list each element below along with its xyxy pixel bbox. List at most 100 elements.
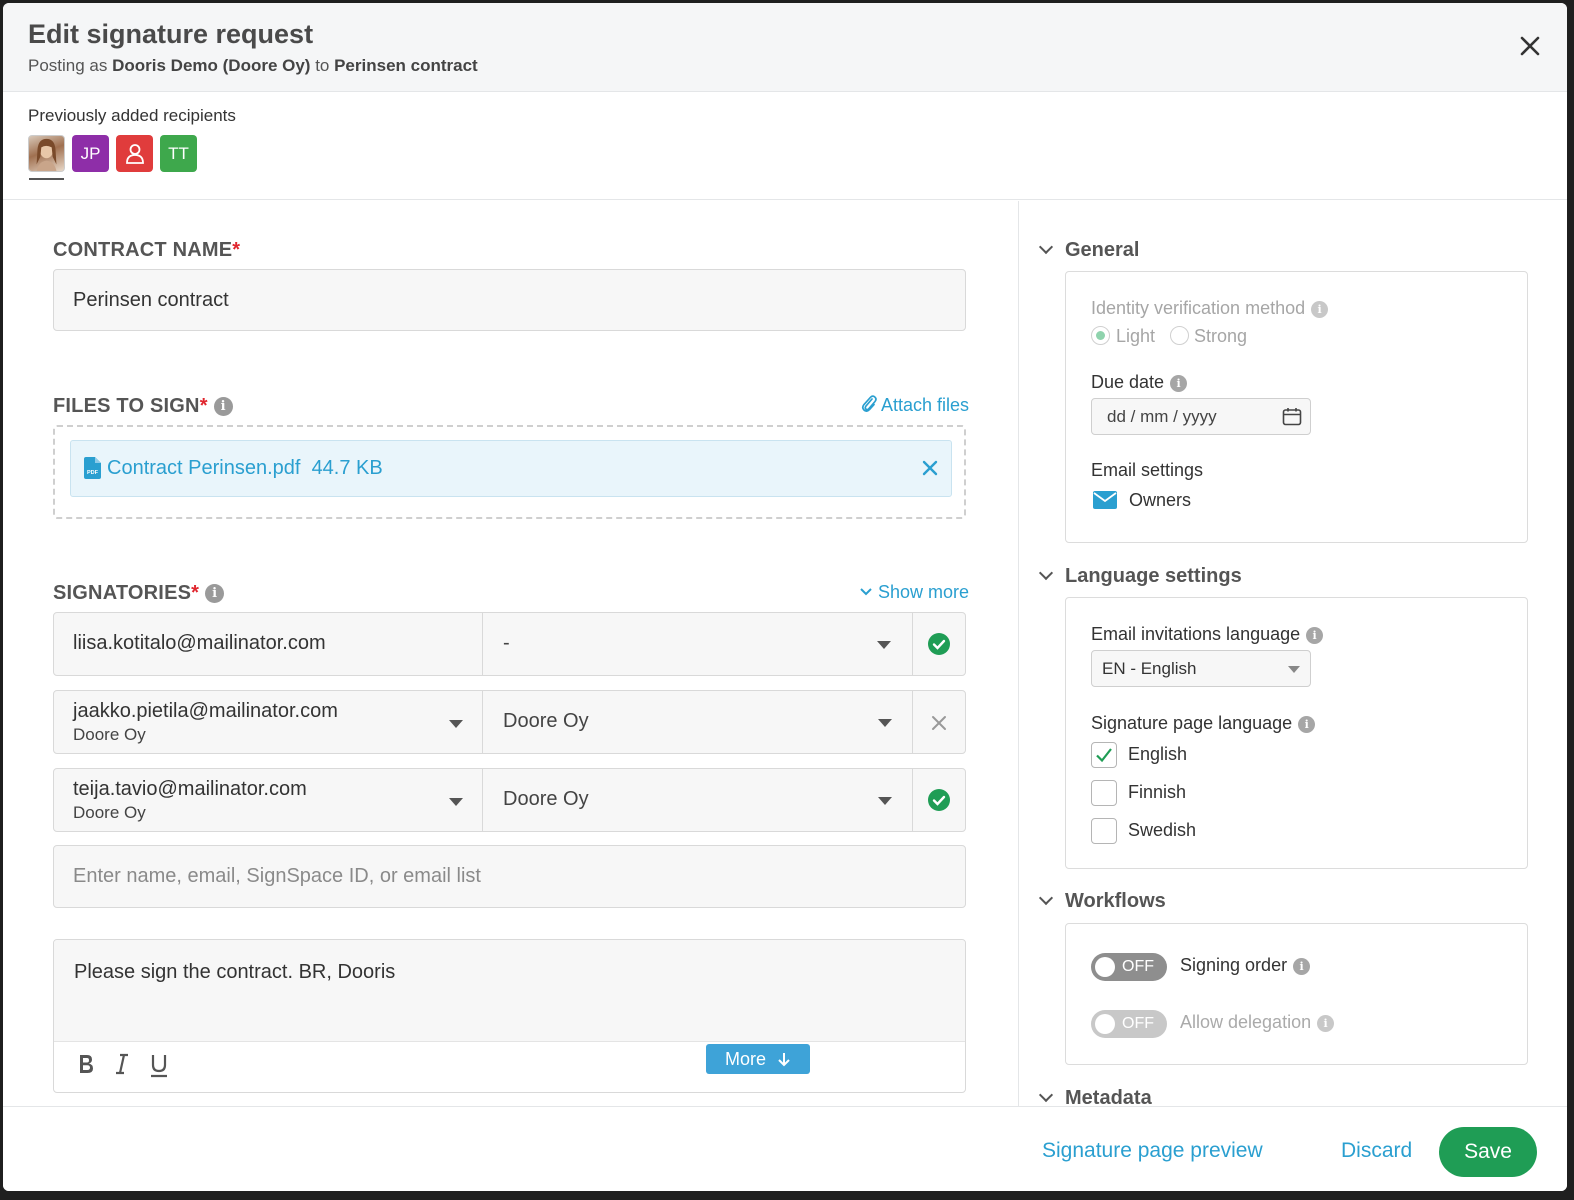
attach-files-link[interactable]: Attach files [861, 394, 969, 416]
save-button[interactable]: Save [1439, 1127, 1537, 1177]
file-name[interactable]: Contract Perinsen.pdf 44.7 KB [107, 457, 383, 480]
contract-name-label: CONTRACT NAME* [53, 239, 241, 261]
radio-strong[interactable] [1170, 326, 1189, 345]
file-item[interactable]: PDF Contract Perinsen.pdf 44.7 KB [70, 440, 952, 497]
chevron-down-icon [1038, 890, 1054, 906]
signatories-label: SIGNATORIES* i [53, 582, 225, 605]
checkbox-swedish[interactable] [1091, 818, 1117, 844]
bold-icon[interactable] [76, 1052, 96, 1076]
message-editor: Please sign the contract. BR, Dooris Mor… [53, 939, 966, 1093]
general-panel: Identity verification method i Light Stro… [1065, 271, 1528, 543]
signatory-row: teija.tavio@mailinator.com Doore Oy Door… [53, 768, 966, 832]
email-settings-label: Email settings [1091, 460, 1204, 480]
info-icon[interactable]: i [1298, 716, 1316, 733]
modal-footer: Signature page preview Discard Save [3, 1106, 1567, 1191]
previous-recipients: Previously added recipients JP TT [3, 92, 1567, 200]
info-icon[interactable]: i [1306, 627, 1324, 644]
discard-button[interactable]: Discard [1341, 1139, 1412, 1163]
settings-sidebar: General Identity verification method i Li… [1018, 201, 1567, 1106]
verified-check-icon [928, 633, 950, 655]
envelope-icon [1093, 491, 1117, 509]
italic-icon[interactable] [112, 1052, 132, 1076]
dropdown-caret-icon[interactable] [449, 798, 463, 806]
checkbox-english[interactable] [1091, 742, 1117, 768]
contract-name-input[interactable]: Perinsen contract [53, 269, 966, 331]
signing-order-label: Signing order i [1180, 955, 1311, 976]
identity-verification-label: Identity verification method i [1091, 298, 1329, 319]
avatar-tt[interactable]: TT [160, 135, 197, 172]
more-button[interactable]: More [706, 1044, 810, 1074]
info-icon[interactable]: i [1293, 958, 1311, 975]
signatory-email-field[interactable]: liisa.kotitalo@mailinator.com [54, 613, 483, 675]
underline-icon[interactable] [148, 1052, 170, 1078]
email-settings-value[interactable]: Owners [1129, 490, 1191, 511]
verified-check-icon [928, 789, 950, 811]
dropdown-caret-icon [878, 719, 892, 727]
radio-light[interactable] [1091, 326, 1110, 345]
close-icon[interactable] [1519, 35, 1541, 57]
signatory-org-select[interactable]: Doore Oy [484, 691, 913, 753]
dropdown-caret-icon [1288, 666, 1300, 673]
calendar-icon[interactable] [1282, 407, 1302, 426]
language-section-toggle[interactable]: Language settings [1038, 565, 1242, 588]
file-drop-zone[interactable]: PDF Contract Perinsen.pdf 44.7 KB [53, 425, 966, 519]
posting-target: Perinsen contract [334, 56, 478, 75]
info-icon[interactable]: i [1317, 1015, 1335, 1032]
email-language-label: Email invitations language i [1091, 624, 1324, 645]
modal-header: Edit signature request Posting as Dooris… [3, 3, 1567, 92]
info-icon[interactable]: i [1311, 301, 1329, 318]
signatory-status [913, 613, 965, 675]
avatar-photo[interactable] [28, 135, 65, 180]
show-more-link[interactable]: Show more [859, 582, 969, 603]
signatory-email-field[interactable]: teija.tavio@mailinator.com Doore Oy [54, 769, 483, 831]
arrow-down-icon [778, 1053, 790, 1067]
remove-signatory-icon[interactable] [931, 715, 947, 731]
pdf-file-icon: PDF [84, 457, 101, 479]
svg-text:PDF: PDF [87, 470, 99, 476]
avatar-red-user[interactable] [116, 135, 153, 172]
due-date-input[interactable]: dd / mm / yyyy [1091, 398, 1311, 435]
checkbox-finnish-label: Finnish [1128, 782, 1187, 802]
due-date-label: Due date i [1091, 372, 1188, 393]
checkbox-finnish[interactable] [1091, 780, 1117, 806]
info-icon[interactable]: i [205, 584, 225, 603]
checkbox-english-label: English [1128, 744, 1188, 764]
edit-signature-modal: Edit signature request Posting as Dooris… [3, 3, 1567, 1191]
info-icon[interactable]: i [213, 397, 233, 416]
remove-file-icon[interactable] [921, 459, 939, 477]
radio-light-label: Light [1116, 326, 1156, 346]
checkbox-swedish-label: Swedish [1128, 820, 1197, 840]
recipient-search-input[interactable]: Enter name, email, SignSpace ID, or emai… [53, 845, 966, 908]
previous-recipients-label: Previously added recipients [28, 106, 236, 125]
chevron-down-icon [1038, 565, 1054, 581]
dropdown-caret-icon [877, 641, 891, 649]
posting-as: Dooris Demo (Doore Oy) [112, 56, 311, 75]
signature-page-language-label: Signature page language i [1091, 713, 1316, 734]
signatory-row: jaakko.pietila@mailinator.com Doore Oy D… [53, 690, 966, 754]
metadata-section-toggle[interactable]: Metadata [1038, 1087, 1152, 1106]
signing-order-toggle[interactable]: OFF [1091, 953, 1167, 981]
signature-page-preview-link[interactable]: Signature page preview [1042, 1139, 1263, 1163]
file-size: 44.7 KB [311, 457, 383, 479]
message-textarea[interactable]: Please sign the contract. BR, Dooris [54, 940, 965, 1042]
radio-strong-label: Strong [1194, 326, 1248, 346]
signatory-status [913, 691, 965, 753]
signatory-row: liisa.kotitalo@mailinator.com - [53, 612, 966, 676]
signatory-status [913, 769, 965, 831]
dropdown-caret-icon[interactable] [449, 720, 463, 728]
chevron-down-icon [860, 588, 872, 596]
workflows-panel: OFF Signing order i OFF Allow delegation i [1065, 923, 1528, 1065]
avatar-jp[interactable]: JP [72, 135, 109, 172]
general-section-toggle[interactable]: General [1038, 239, 1139, 262]
person-outline-icon [125, 143, 144, 164]
main-form: CONTRACT NAME* Perinsen contract FILES T… [3, 201, 1018, 1106]
workflows-section-toggle[interactable]: Workflows [1038, 890, 1166, 913]
allow-delegation-label: Allow delegation i [1180, 1012, 1335, 1033]
signatory-org-select[interactable]: Doore Oy [484, 769, 913, 831]
signatory-org-select[interactable]: - [484, 613, 913, 675]
signatory-email-field[interactable]: jaakko.pietila@mailinator.com Doore Oy [54, 691, 483, 753]
allow-delegation-toggle[interactable]: OFF [1091, 1010, 1167, 1038]
modal-title: Edit signature request [28, 19, 314, 49]
email-language-select[interactable]: EN - English [1091, 650, 1311, 687]
info-icon[interactable]: i [1170, 375, 1188, 392]
